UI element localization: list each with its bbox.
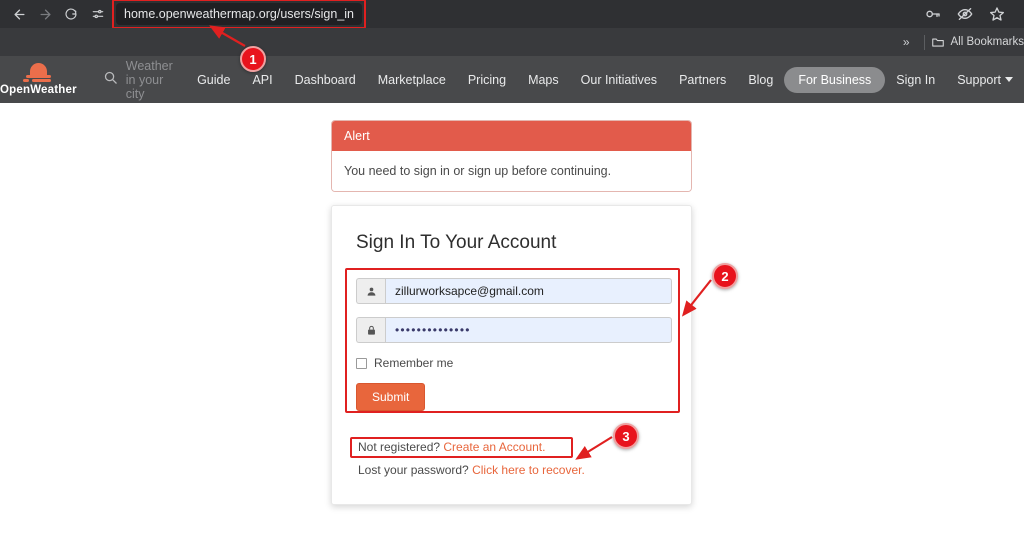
password-field[interactable] xyxy=(385,317,672,343)
lost-password-text: Lost your password? xyxy=(358,463,469,477)
create-account-link[interactable]: Create an Account. xyxy=(443,440,545,454)
reload-icon[interactable] xyxy=(58,1,84,27)
password-input-group xyxy=(356,317,672,343)
not-registered-row: Not registered? Create an Account. xyxy=(358,440,585,454)
submit-button[interactable]: Submit xyxy=(356,383,426,411)
email-field[interactable] xyxy=(385,278,672,304)
card-footer-links: Not registered? Create an Account. Lost … xyxy=(358,440,585,486)
toolbar-actions xyxy=(924,5,1018,23)
browser-window: home.openweathermap.org/users/sign_in » … xyxy=(0,0,1024,545)
city-search-box[interactable]: Weather in your city xyxy=(103,59,180,101)
brand-name: OpenWeather xyxy=(0,84,77,96)
alert-panel: Alert You need to sign in or sign up bef… xyxy=(331,120,692,192)
page-title: Sign In To Your Account xyxy=(356,232,557,253)
search-icon xyxy=(103,70,118,90)
nav-item-for-business[interactable]: For Business xyxy=(784,66,886,93)
bookmarks-overflow-button[interactable]: » xyxy=(895,35,918,49)
nav-item-api[interactable]: API xyxy=(241,67,283,93)
site-navigation-bar: OpenWeather Weather in your city Guide A… xyxy=(0,56,1024,103)
address-bar-wrapper: home.openweathermap.org/users/sign_in xyxy=(112,0,366,29)
tune-icon[interactable] xyxy=(86,2,110,26)
support-label: Support xyxy=(957,72,1001,87)
chevron-down-icon xyxy=(1005,76,1013,82)
nav-item-our-initiatives[interactable]: Our Initiatives xyxy=(570,67,668,93)
user-icon xyxy=(356,278,385,304)
forward-arrow-icon[interactable] xyxy=(32,1,58,27)
nav-item-blog[interactable]: Blog xyxy=(737,67,784,93)
key-icon[interactable] xyxy=(924,5,942,23)
back-arrow-icon[interactable] xyxy=(6,1,32,27)
nav-item-support[interactable]: Support xyxy=(946,67,1024,93)
page-content: Alert You need to sign in or sign up bef… xyxy=(0,103,1024,545)
alert-title: Alert xyxy=(332,121,691,151)
nav-item-sign-in[interactable]: Sign In xyxy=(885,67,946,93)
nav-item-pricing[interactable]: Pricing xyxy=(457,67,517,93)
bookmarks-bar: » All Bookmarks xyxy=(0,28,1024,56)
all-bookmarks-label: All Bookmarks xyxy=(950,36,1024,48)
nav-item-guide[interactable]: Guide xyxy=(186,67,241,93)
nav-item-marketplace[interactable]: Marketplace xyxy=(367,67,457,93)
all-bookmarks-button[interactable]: All Bookmarks xyxy=(931,35,1024,49)
email-input-group xyxy=(356,278,672,304)
signin-form: Remember me Submit xyxy=(356,278,672,411)
signin-card: Sign In To Your Account zillurworksapce@… xyxy=(331,205,692,505)
nav-item-dashboard[interactable]: Dashboard xyxy=(284,67,367,93)
remember-me-row[interactable]: Remember me xyxy=(356,356,672,370)
nav-links: Guide API Dashboard Marketplace Pricing … xyxy=(186,66,1024,93)
remember-me-checkbox[interactable] xyxy=(356,357,367,369)
not-registered-text: Not registered? xyxy=(358,440,441,454)
lock-icon xyxy=(356,317,385,343)
search-placeholder: Weather in your city xyxy=(125,58,173,101)
remember-me-label: Remember me xyxy=(374,356,454,370)
recover-password-link[interactable]: Click here to recover. xyxy=(472,463,585,477)
star-icon[interactable] xyxy=(988,5,1006,23)
address-bar[interactable]: home.openweathermap.org/users/sign_in xyxy=(116,3,362,25)
bookmarks-divider xyxy=(923,34,925,50)
sun-cloud-icon xyxy=(23,63,53,83)
nav-item-maps[interactable]: Maps xyxy=(517,67,570,93)
alert-message: You need to sign in or sign up before co… xyxy=(332,151,691,191)
folder-icon xyxy=(931,35,945,49)
browser-toolbar: home.openweathermap.org/users/sign_in xyxy=(0,0,1024,29)
lost-password-row: Lost your password? Click here to recove… xyxy=(358,463,585,477)
eye-slash-icon[interactable] xyxy=(956,5,974,23)
nav-item-partners[interactable]: Partners xyxy=(668,67,737,93)
openweather-logo[interactable]: OpenWeather xyxy=(0,63,77,96)
